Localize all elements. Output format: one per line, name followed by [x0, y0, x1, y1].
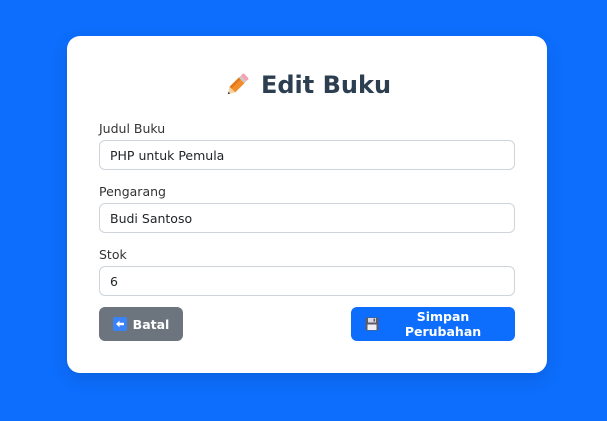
judul-buku-input[interactable] — [99, 140, 515, 170]
field-pengarang: Pengarang — [99, 184, 515, 233]
field-judul-buku: Judul Buku — [99, 121, 515, 170]
page-title-text: Edit Buku — [260, 71, 392, 99]
cancel-button[interactable]: Batal — [99, 307, 183, 341]
stok-label: Stok — [99, 247, 127, 262]
stok-input[interactable] — [99, 266, 515, 296]
pencil-icon — [223, 71, 251, 99]
back-arrow-icon — [112, 317, 127, 331]
cancel-button-label: Batal — [132, 316, 170, 332]
pengarang-input[interactable] — [99, 203, 515, 233]
floppy-disk-icon — [365, 317, 379, 331]
pengarang-label: Pengarang — [99, 184, 166, 199]
judul-buku-label: Judul Buku — [99, 121, 166, 136]
save-button-label: Simpan Perubahan — [404, 309, 482, 339]
page-title: Edit Buku — [67, 68, 547, 102]
save-changes-button[interactable]: Simpan Perubahan — [351, 307, 515, 341]
field-stok: Stok — [99, 247, 515, 296]
edit-book-card: Edit Buku Judul Buku Pengarang Stok Bata… — [67, 36, 547, 373]
